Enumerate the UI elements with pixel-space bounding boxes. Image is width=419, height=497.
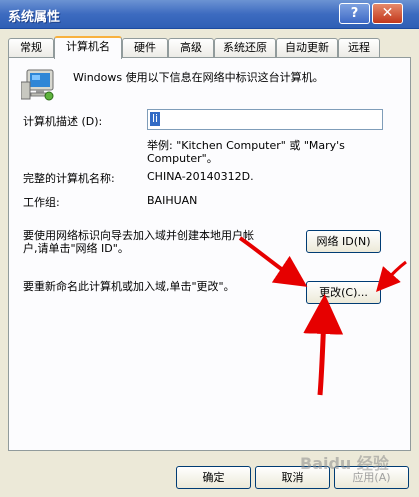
tab-label: 系统还原: [223, 41, 267, 54]
example-line-2: Computer"。: [147, 152, 218, 165]
help-button[interactable]: ?: [339, 3, 370, 24]
workgroup-value: BAIHUAN: [147, 194, 198, 207]
close-icon: ✕: [381, 5, 394, 21]
tab-label: 高级: [180, 41, 202, 54]
description-input[interactable]: li: [147, 109, 383, 130]
tab-label: 计算机名: [66, 40, 110, 53]
tab-general[interactable]: 常规: [8, 38, 54, 57]
network-id-button[interactable]: 网络 ID(N): [306, 230, 381, 253]
tab-panel: Windows 使用以下信息在网络中标识这台计算机。 计算机描述 (D): li…: [8, 57, 411, 451]
tab-label: 常规: [20, 41, 42, 54]
tab-system-restore[interactable]: 系统还原: [214, 38, 276, 57]
tab-label: 硬件: [134, 41, 156, 54]
workgroup-label: 工作组:: [23, 196, 60, 209]
description-label: 计算机描述 (D):: [23, 115, 103, 128]
computer-icon: [21, 69, 54, 101]
tab-remote[interactable]: 远程: [338, 38, 380, 57]
help-icon: ?: [350, 6, 359, 21]
ok-button[interactable]: 确定: [176, 466, 251, 489]
fullname-label: 完整的计算机名称:: [23, 172, 115, 185]
window-title: 系统属性: [8, 10, 61, 25]
tab-hardware[interactable]: 硬件: [122, 38, 168, 57]
tab-computer-name[interactable]: 计算机名: [54, 36, 122, 59]
watermark-text: Baidu 经验: [300, 454, 389, 473]
tab-label: 远程: [348, 41, 370, 54]
tab-advanced[interactable]: 高级: [168, 38, 214, 57]
change-button[interactable]: 更改(C)...: [306, 281, 381, 304]
description-value: li: [150, 112, 161, 126]
intro-text: Windows 使用以下信息在网络中标识这台计算机。: [73, 71, 324, 84]
tab-automatic-updates[interactable]: 自动更新: [276, 38, 338, 57]
fullname-value: CHINA-20140312D.: [147, 170, 254, 183]
network-id-text-line-2: 户,请单击"网络 ID"。: [23, 242, 129, 255]
title-bar: 系统属性 ? ✕: [0, 0, 419, 29]
rename-text: 要重新命名此计算机或加入域,单击"更改"。: [23, 280, 235, 293]
close-button[interactable]: ✕: [372, 3, 403, 24]
tab-label: 自动更新: [285, 41, 329, 54]
